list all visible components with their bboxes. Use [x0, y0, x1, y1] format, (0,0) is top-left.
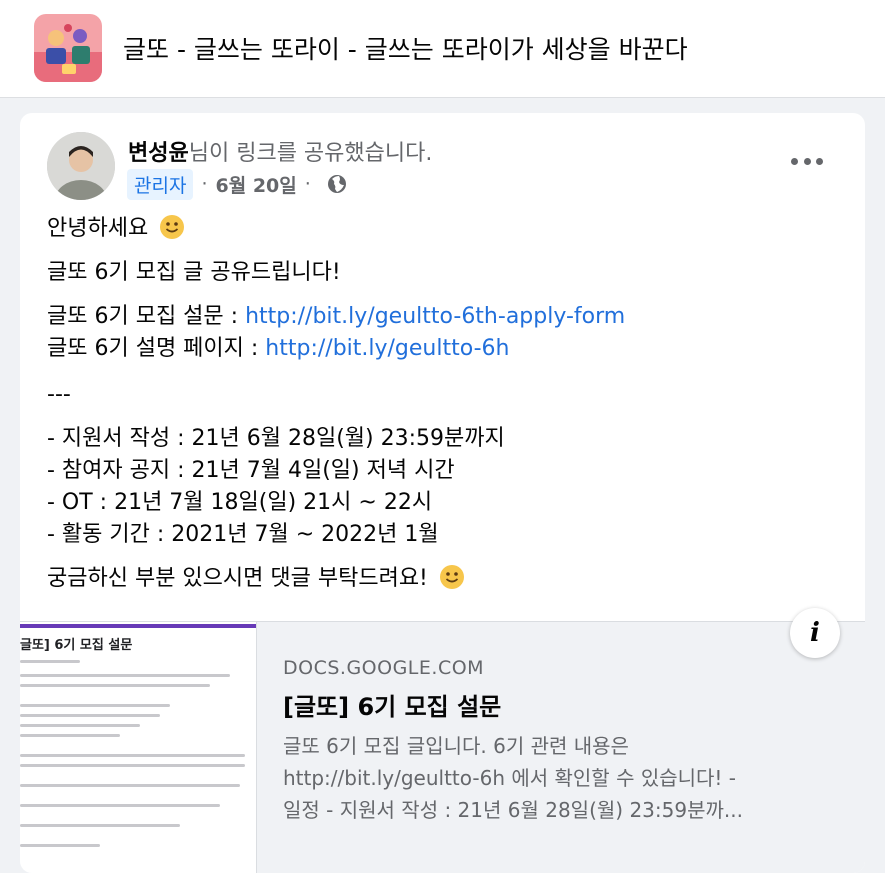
globe-icon: [327, 174, 347, 194]
post-text: 글또 6기 설명 페이지 :: [47, 336, 266, 361]
group-header: 글또 - 글쓰는 또라이 - 글쓰는 또라이가 세상을 바꾼다: [0, 0, 885, 98]
info-icon[interactable]: i: [790, 608, 840, 658]
preview-description-line: 글또 6기 모집 글입니다. 6기 관련 내용은: [283, 734, 629, 758]
thumbnail-text-line: [20, 784, 240, 787]
post-text: - OT : 21년 7월 18일(일) 21시 ~ 22시: [47, 490, 433, 515]
description-page-link[interactable]: http://bit.ly/geultto-6h: [265, 336, 509, 361]
more-dot: [803, 157, 811, 165]
thumbnail-title: 글또] 6기 모집 설문: [20, 638, 133, 653]
post-line: 글또 6기 모집 설문 : http://bit.ly/geultto-6th-…: [47, 301, 837, 333]
smiley-emoji-icon: [159, 214, 185, 240]
preview-description-line: http://bit.ly/geultto-6h 에서 확인할 수 있습니다! …: [283, 766, 737, 790]
smiley-emoji-icon: [439, 564, 465, 590]
thumbnail-text-line: [20, 824, 180, 827]
post-line: - 활동 기간 : 2021년 7월 ~ 2022년 1월: [47, 519, 837, 551]
thumbnail-text-line: [20, 674, 230, 677]
post-line: - 참여자 공지 : 21년 7월 4일(일) 저녁 시간: [47, 455, 837, 487]
thumbnail-text-line: [20, 684, 210, 687]
post-line: - 지원서 작성 : 21년 6월 28일(월) 23:59분까지: [47, 423, 837, 455]
meta-separator: ·: [201, 173, 208, 195]
post-text: 안녕하세요: [47, 216, 149, 241]
apply-form-link[interactable]: http://bit.ly/geultto-6th-apply-form: [245, 304, 625, 329]
post-text: ---: [47, 382, 71, 407]
form-thumbnail[interactable]: 글또] 6기 모집 설문: [20, 622, 257, 873]
thumbnail-text-line: [20, 714, 160, 717]
post-date[interactable]: 6월 20일: [216, 171, 297, 198]
post-text: - 지원서 작성 : 21년 6월 28일(월) 23:59분까지: [47, 426, 505, 451]
post-text: 글또 6기 모집 설문 :: [47, 304, 246, 329]
more-dot: [816, 157, 823, 165]
thumbnail-text-line: [20, 844, 100, 847]
thumbnail-text-line: [20, 764, 245, 767]
author-avatar[interactable]: [47, 132, 115, 200]
post-line: ---: [47, 379, 837, 411]
thumbnail-text-line: [20, 724, 140, 727]
post-body: 안녕하세요 글또 6기 모집 글 공유드립니다! 글또 6기 모집 설문 : h…: [47, 213, 837, 595]
thumbnail-text-line: [20, 734, 120, 737]
post-meta: 관리자 · 6월 20일 ·: [127, 168, 347, 200]
more-options-button[interactable]: [791, 149, 823, 173]
group-name[interactable]: 글또 - 글쓰는 또라이 - 글쓰는 또라이가 세상을 바꾼다: [123, 30, 688, 66]
post-line: - OT : 21년 7월 18일(일) 21시 ~ 22시: [47, 487, 837, 519]
thumbnail-text-line: [20, 754, 245, 757]
more-dot: [791, 157, 798, 165]
post-text: 궁금하신 부분 있으시면 댓글 부탁드려요!: [47, 566, 428, 591]
post-text: - 활동 기간 : 2021년 7월 ~ 2022년 1월: [47, 522, 439, 547]
post-text: 글또 6기 모집 글 공유드립니다!: [47, 260, 341, 285]
thumbnail-text-line: [20, 660, 80, 663]
link-preview-card[interactable]: 글또] 6기 모집 설문 DOCS.GOOGLE.COM [글또] 6기 모집 …: [20, 608, 865, 873]
author-name[interactable]: 변성윤: [128, 141, 189, 166]
post-card: 변성윤님이 링크를 공유했습니다. 관리자 · 6월 20일 · 안녕하세요 글…: [20, 113, 865, 873]
preview-title[interactable]: [글또] 6기 모집 설문: [283, 687, 501, 722]
preview-description-line: 일정 - 지원서 작성 : 21년 6월 28일(월) 23:59분까...: [283, 798, 743, 822]
post-line: 안녕하세요: [47, 213, 837, 245]
form-accent-bar: [20, 624, 256, 628]
post-line: 글또 6기 모집 글 공유드립니다!: [47, 257, 837, 289]
preview-description: 글또 6기 모집 글입니다. 6기 관련 내용은 http://bit.ly/g…: [283, 730, 843, 826]
post-line: 궁금하신 부분 있으시면 댓글 부탁드려요!: [47, 563, 837, 595]
post-text: - 참여자 공지 : 21년 7월 4일(일) 저녁 시간: [47, 458, 455, 483]
post-author-line: 변성윤님이 링크를 공유했습니다.: [128, 135, 432, 167]
preview-domain: DOCS.GOOGLE.COM: [283, 657, 485, 679]
group-cover-image[interactable]: [34, 14, 102, 82]
post-action-text: 님이 링크를 공유했습니다.: [188, 141, 433, 166]
thumbnail-text-line: [20, 704, 170, 707]
thumbnail-text-line: [20, 804, 220, 807]
admin-badge[interactable]: 관리자: [127, 168, 194, 200]
meta-separator: ·: [304, 173, 311, 195]
post-line: 글또 6기 설명 페이지 : http://bit.ly/geultto-6h: [47, 333, 837, 365]
